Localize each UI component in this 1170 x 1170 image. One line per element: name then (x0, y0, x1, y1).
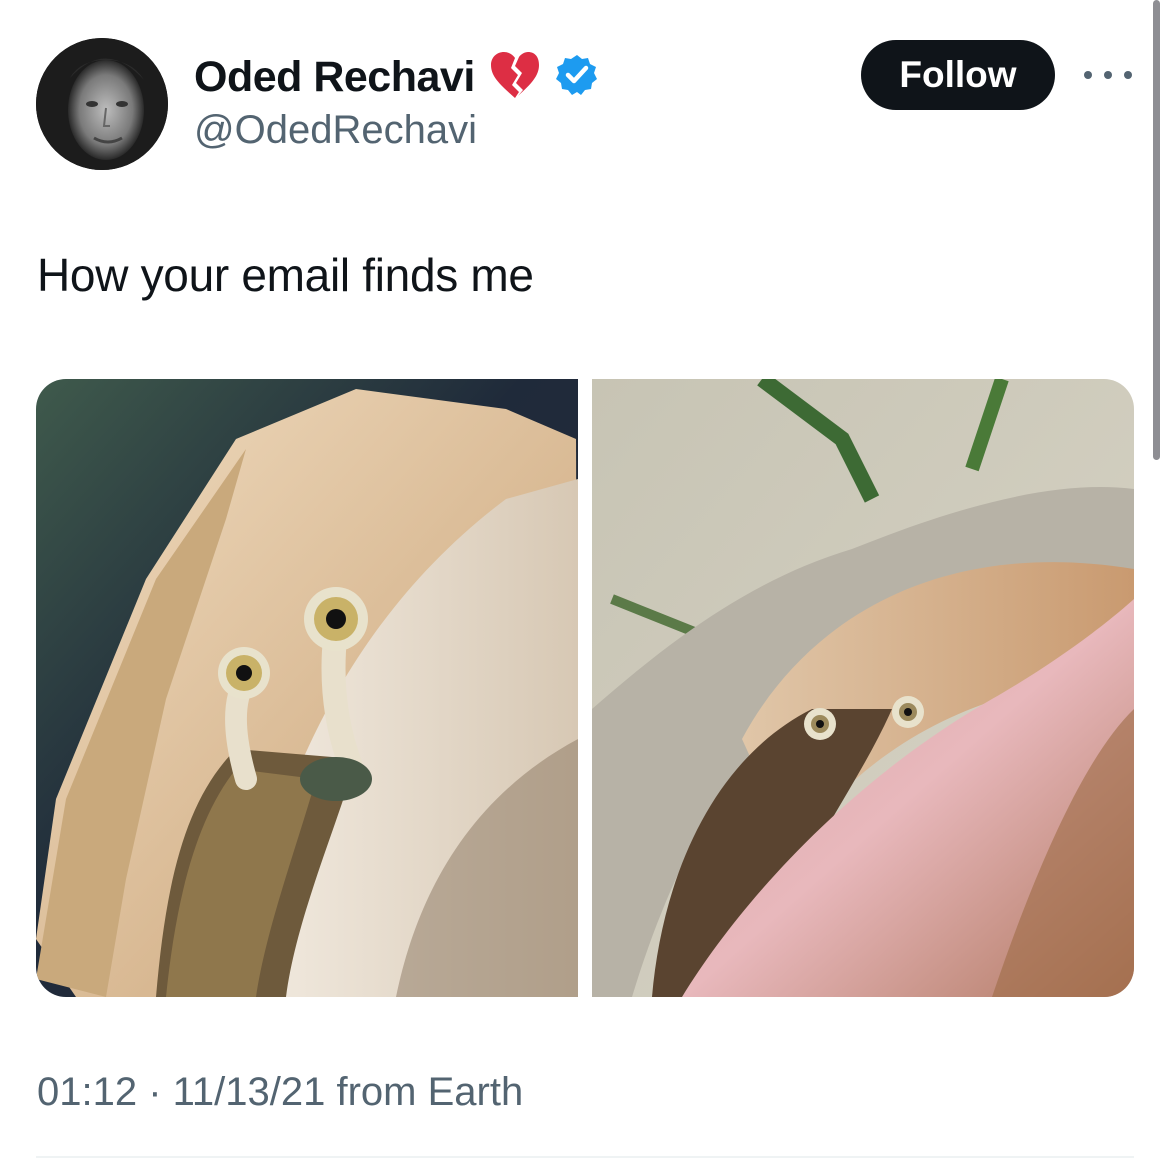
more-options-icon[interactable] (1084, 60, 1132, 90)
scrollbar[interactable] (1153, 0, 1160, 460)
snail-photo-1 (36, 379, 578, 997)
divider (36, 1156, 1134, 1158)
author-handle[interactable]: @OdedRechavi (194, 108, 477, 153)
verified-badge-icon[interactable] (555, 53, 599, 102)
avatar-photo (36, 38, 168, 170)
author-name-row: Oded Rechavi (194, 50, 599, 105)
snail-photo-2 (592, 379, 1134, 997)
follow-button[interactable]: Follow (861, 40, 1055, 110)
tweet-timestamp[interactable]: 01:12 · 11/13/21 from Earth (37, 1070, 523, 1115)
tweet-photo-1[interactable] (36, 379, 578, 997)
author-display-name[interactable]: Oded Rechavi (194, 53, 475, 102)
media-grid (36, 379, 1134, 997)
tweet-text: How your email finds me (37, 249, 534, 301)
broken-heart-icon (489, 50, 541, 105)
tweet-photo-2[interactable] (592, 379, 1134, 997)
author-avatar[interactable] (36, 38, 168, 170)
